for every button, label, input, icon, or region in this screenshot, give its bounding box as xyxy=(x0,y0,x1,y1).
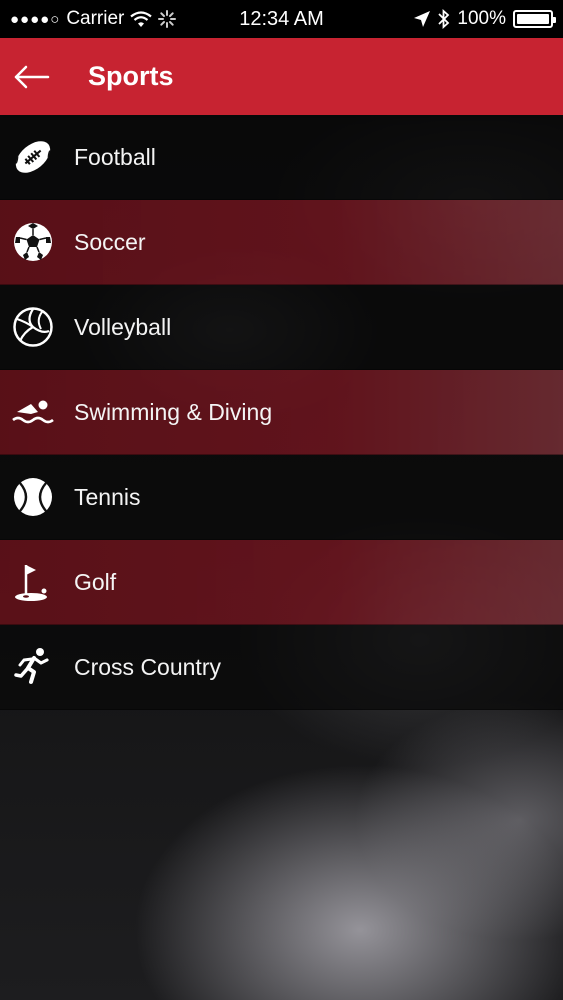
runner-icon xyxy=(11,645,55,689)
sport-row-volleyball[interactable]: Volleyball xyxy=(0,285,563,370)
golf-flag-icon xyxy=(11,560,55,604)
location-arrow-icon xyxy=(414,11,431,27)
sport-row-soccer[interactable]: Soccer xyxy=(0,200,563,285)
sport-row-football[interactable]: Football xyxy=(0,115,563,200)
status-bar: ●●●●○ Carrier 12:34 AM 100% xyxy=(0,0,563,38)
battery-icon xyxy=(513,10,556,28)
sport-label: Tennis xyxy=(74,483,141,510)
battery-level xyxy=(517,14,549,24)
back-button[interactable] xyxy=(14,47,74,107)
sport-label: Swimming & Diving xyxy=(74,398,273,425)
sport-label: Soccer xyxy=(74,228,146,255)
tennis-ball-icon xyxy=(11,475,55,519)
sport-label: Cross Country xyxy=(74,653,221,680)
nav-bar: Sports xyxy=(0,38,563,115)
sport-row-cross-country[interactable]: Cross Country xyxy=(0,625,563,710)
page-title: Sports xyxy=(88,61,174,91)
status-left: ●●●●○ Carrier xyxy=(10,8,210,30)
sport-row-golf[interactable]: Golf xyxy=(0,540,563,625)
sport-label: Volleyball xyxy=(74,313,172,340)
swimmer-icon xyxy=(11,390,55,434)
activity-spinner-icon xyxy=(158,10,177,28)
sport-label: Football xyxy=(74,143,156,170)
wifi-icon xyxy=(130,10,153,27)
sport-row-swimming[interactable]: Swimming & Diving xyxy=(0,370,563,455)
status-right: 100% xyxy=(413,8,556,30)
bluetooth-icon xyxy=(438,9,450,29)
battery-percent: 100% xyxy=(457,8,506,29)
sport-row-tennis[interactable]: Tennis xyxy=(0,455,563,540)
signal-strength: ●●●●○ xyxy=(10,10,61,28)
arrow-left-icon xyxy=(14,65,50,88)
volleyball-icon xyxy=(11,305,55,349)
soccer-ball-icon xyxy=(11,220,55,264)
sport-label: Golf xyxy=(74,568,117,595)
football-icon xyxy=(11,135,55,179)
sports-list: Football Soccer Volleyball Swimming & Di… xyxy=(0,115,563,710)
carrier-name: Carrier xyxy=(66,8,125,29)
